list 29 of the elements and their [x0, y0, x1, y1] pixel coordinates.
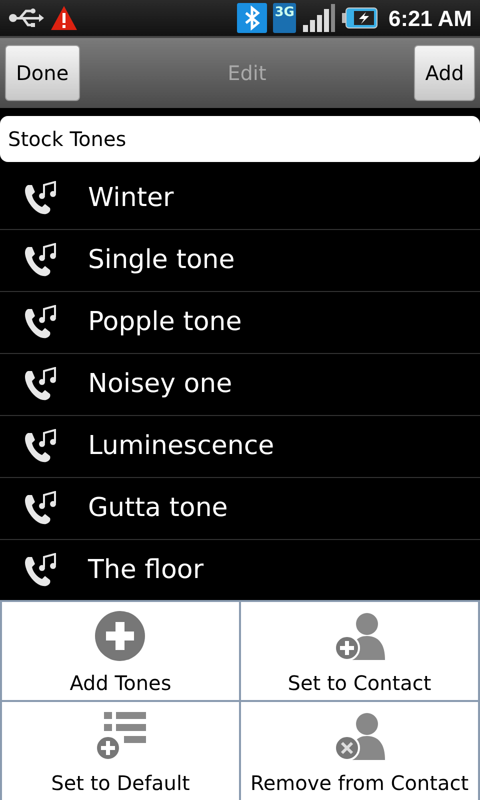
phone-music-icon: [22, 180, 58, 216]
ringtone-item[interactable]: Winter: [0, 168, 480, 230]
warning-icon: [50, 5, 78, 31]
menu-option[interactable]: Set to Default: [2, 702, 239, 800]
phone-music-icon: [22, 490, 58, 526]
phone-music-icon: [22, 366, 58, 402]
status-time: 6:21 AM: [388, 4, 472, 32]
battery-charging-icon: [342, 6, 378, 30]
signal-icon: [302, 3, 336, 33]
screen-title: Edit: [228, 60, 266, 87]
ringtone-item[interactable]: Popple tone: [0, 292, 480, 354]
ringtone-item[interactable]: Luminescence: [0, 416, 480, 478]
add-icon: [94, 610, 148, 662]
menu-option[interactable]: Remove from Contact: [241, 702, 478, 800]
phone-music-icon: [22, 428, 58, 464]
usb-icon: [8, 7, 44, 29]
ringtone-item[interactable]: Noisey one: [0, 354, 480, 416]
phone-music-icon: [22, 242, 58, 278]
add-button[interactable]: Add: [414, 45, 475, 101]
section-header: Stock Tones: [0, 116, 480, 162]
network-type-icon: 3G: [272, 3, 296, 33]
menu-option[interactable]: Set to Contact: [241, 602, 478, 700]
bluetooth-icon: [236, 3, 267, 33]
phone-music-icon: [22, 304, 58, 340]
menu-option[interactable]: Add Tones: [2, 602, 239, 700]
done-button[interactable]: Done: [5, 45, 80, 101]
phone-music-icon: [22, 552, 58, 588]
ringtone-item[interactable]: Single tone: [0, 230, 480, 292]
ringtone-item[interactable]: Gutta tone: [0, 478, 480, 540]
